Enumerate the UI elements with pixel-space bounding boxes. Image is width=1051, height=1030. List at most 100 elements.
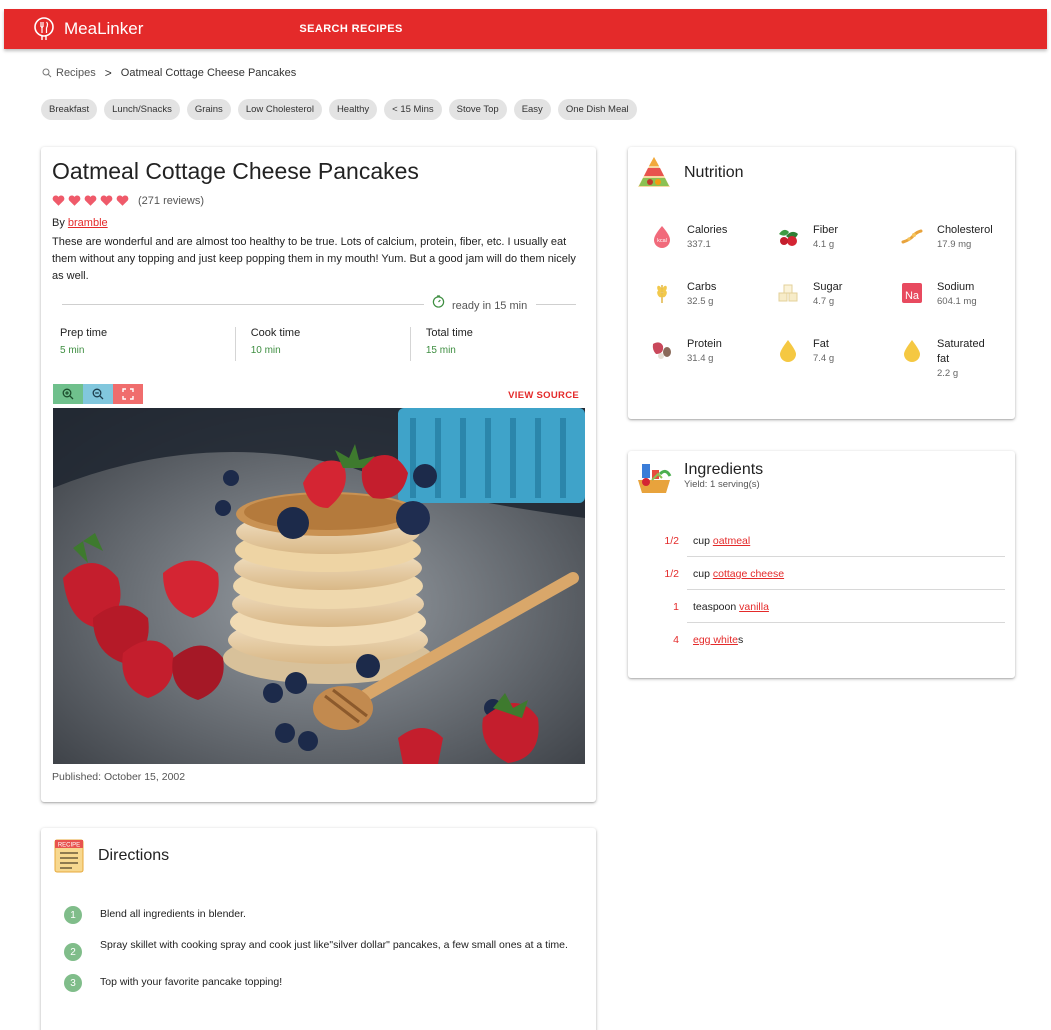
recipe-card-icon: RECIPE xyxy=(54,839,84,873)
nutrition-item-cholesterol: Cholesterol 17.9 mg xyxy=(900,223,993,250)
pancake-image xyxy=(53,408,585,764)
search-icon xyxy=(42,68,52,78)
ingredient-quantity: 4 xyxy=(673,634,679,646)
time-label: Prep time xyxy=(60,327,108,339)
tag-list: Breakfast Lunch/Snacks Grains Low Choles… xyxy=(41,99,644,120)
nutrition-name: Fat xyxy=(813,338,829,350)
tag-chip[interactable]: Low Cholesterol xyxy=(237,99,322,120)
ingredient-quantity: 1 xyxy=(673,601,679,613)
tag-chip[interactable]: Grains xyxy=(186,99,231,120)
nutrition-name: Protein xyxy=(687,338,722,350)
ingredient-row: 1 teaspoon vanilla xyxy=(628,595,1015,628)
sugar-cubes-icon xyxy=(778,284,798,302)
zoom-out-button[interactable] xyxy=(83,384,113,404)
nutrition-item-protein: Protein 31.4 g xyxy=(650,337,722,364)
breadcrumb-root-label[interactable]: Recipes xyxy=(56,67,96,79)
nav-search-recipes[interactable]: SEARCH RECIPES xyxy=(299,23,402,35)
author-prefix: By xyxy=(52,217,65,229)
ingredient-text: teaspoon vanilla xyxy=(693,601,769,613)
author-link[interactable]: bramble xyxy=(68,217,108,229)
breadcrumb-recipes[interactable]: Recipes xyxy=(42,67,96,79)
nutrition-value: 32.5 g xyxy=(687,296,714,307)
fat-drop-icon xyxy=(780,340,796,362)
ingredient-link[interactable]: oatmeal xyxy=(713,535,750,547)
tag-chip[interactable]: Breakfast xyxy=(41,99,98,120)
nutrition-value: 4.7 g xyxy=(813,296,835,307)
zoom-in-button[interactable] xyxy=(53,384,83,404)
direction-step: 2 Spray skillet with cooking spray and c… xyxy=(64,937,574,961)
heart-icon xyxy=(52,195,65,206)
divider xyxy=(62,304,424,305)
direction-step: 1 Blend all ingredients in blender. xyxy=(64,906,574,924)
prep-time: Prep time 5 min xyxy=(60,327,235,361)
ingredient-row: 4 egg whites xyxy=(628,628,1015,661)
divider xyxy=(687,556,1005,557)
ingredient-unit: teaspoon xyxy=(693,601,737,613)
ingredient-quantity: 1/2 xyxy=(664,535,679,547)
nutrition-title: Nutrition xyxy=(684,164,744,181)
ingredient-link[interactable]: egg white xyxy=(693,634,738,646)
ingredients-header: Ingredients Yield: 1 serving(s) xyxy=(636,460,763,496)
recipe-photo[interactable] xyxy=(53,408,585,764)
nutrition-name: Carbs xyxy=(687,281,717,293)
step-text: Top with your favorite pancake topping! xyxy=(100,976,283,988)
directions-header: RECIPE Directions xyxy=(52,838,169,874)
nutrition-value: 4.1 g xyxy=(813,239,835,250)
ingredient-unit: cup xyxy=(693,535,710,547)
fullscreen-button[interactable] xyxy=(113,384,143,404)
step-text: Spray skillet with cooking spray and coo… xyxy=(100,939,568,951)
ingredient-row: 1/2 cup oatmeal xyxy=(628,529,1015,562)
ingredient-link[interactable]: cottage cheese xyxy=(713,568,784,580)
recipe-description: These are wonderful and are almost too h… xyxy=(52,236,576,282)
zoom-in-icon xyxy=(62,388,74,400)
ingredient-link[interactable]: vanilla xyxy=(739,601,769,613)
directions-title: Directions xyxy=(98,847,170,864)
brand-name[interactable]: MeaLinker xyxy=(64,19,143,39)
heart-icon xyxy=(116,195,129,206)
directions-card: RECIPE Directions 1 Blend all ingredient… xyxy=(41,828,596,1030)
tag-chip[interactable]: One Dish Meal xyxy=(557,99,637,120)
step-number: 2 xyxy=(64,943,82,961)
nutrition-name: Cholesterol xyxy=(937,224,993,236)
nutrition-value: 2.2 g xyxy=(937,368,959,379)
review-count: (271 reviews) xyxy=(138,194,205,207)
tag-chip[interactable]: Easy xyxy=(513,99,551,120)
ingredient-row: 1/2 cup cottage cheese xyxy=(628,562,1015,595)
ingredient-text: cup cottage cheese xyxy=(693,568,784,580)
total-time: Total time 15 min xyxy=(409,327,585,361)
direction-steps: 1 Blend all ingredients in blender. 2 Sp… xyxy=(64,906,574,1005)
heart-icon xyxy=(84,195,97,206)
author-line: By bramble xyxy=(52,217,108,229)
cholesterol-icon xyxy=(901,229,923,244)
recipe-icon-label: RECIPE xyxy=(58,843,80,849)
top-app-bar: MeaLinker SEARCH RECIPES xyxy=(4,9,1047,49)
ingredient-text: cup oatmeal xyxy=(693,535,750,547)
time-breakdown: Prep time 5 min Cook time 10 min Total t… xyxy=(60,327,585,361)
view-source-link[interactable]: VIEW SOURCE xyxy=(508,390,579,401)
time-value: 15 min xyxy=(425,345,456,356)
time-label: Cook time xyxy=(250,327,301,339)
breadcrumb-separator: > xyxy=(104,66,112,80)
time-value: 5 min xyxy=(60,345,85,356)
nutrition-value: 604.1 mg xyxy=(937,296,977,307)
tag-chip[interactable]: Stove Top xyxy=(448,99,507,120)
time-label: Total time xyxy=(425,327,473,339)
tag-chip[interactable]: < 15 Mins xyxy=(384,99,442,120)
sodium-icon: Na xyxy=(902,283,922,303)
time-value: 10 min xyxy=(250,345,281,356)
nutrition-value: 7.4 g xyxy=(813,353,835,364)
tag-chip[interactable]: Healthy xyxy=(328,99,378,120)
logo-icon[interactable] xyxy=(32,17,56,41)
calories-icon: kcal xyxy=(654,226,670,248)
tag-chip[interactable]: Lunch/Snacks xyxy=(104,99,180,120)
fiber-icon xyxy=(779,229,798,246)
kcal-label: kcal xyxy=(657,238,667,244)
step-number: 3 xyxy=(64,974,82,992)
cook-time: Cook time 10 min xyxy=(234,327,410,361)
step-number: 1 xyxy=(64,906,82,924)
nutrition-value: 31.4 g xyxy=(687,353,714,364)
heart-icon xyxy=(68,195,81,206)
zoom-out-icon xyxy=(92,388,104,400)
ingredient-unit: cup xyxy=(693,568,710,580)
sodium-symbol: Na xyxy=(905,290,920,302)
